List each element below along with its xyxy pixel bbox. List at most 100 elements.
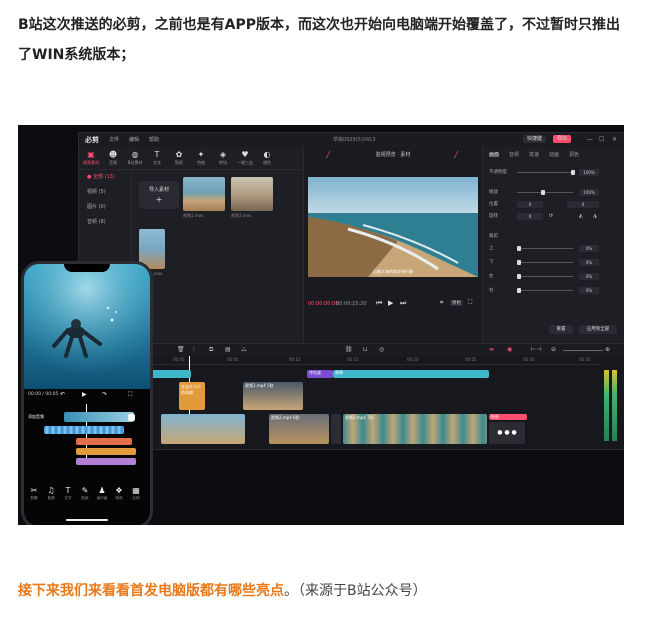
slider-knob[interactable]: [517, 274, 521, 279]
phone-tool-cut[interactable]: ✂ 剪辑: [26, 486, 42, 501]
pen-icon[interactable]: ╱: [454, 151, 458, 159]
magnet-icon[interactable]: ⊔: [363, 346, 368, 353]
phone-add-icon[interactable]: [128, 414, 135, 421]
tab-color[interactable]: 调色: [569, 151, 579, 158]
import-material-button[interactable]: 导入素材 +: [139, 181, 179, 209]
apply-all-button[interactable]: 应用到全部: [579, 325, 617, 334]
effect-clip-1[interactable]: 冲击波: [307, 370, 333, 378]
shortcut-button[interactable]: 快捷键: [523, 135, 547, 143]
phone-effect-clip[interactable]: [76, 458, 136, 465]
slider-track[interactable]: [517, 248, 573, 249]
fit-icon[interactable]: ⊢⊣: [531, 346, 541, 353]
video-clip-b[interactable]: 视频2.mp4 6秒: [269, 414, 329, 444]
next-frame-icon[interactable]: ⏭: [400, 299, 406, 308]
ratio-select[interactable]: 原始: [450, 300, 463, 306]
prev-frame-icon[interactable]: ⏮: [376, 299, 382, 308]
phone-video-track[interactable]: [64, 412, 134, 422]
tool-video-material[interactable]: ▣ 视频素材: [83, 150, 99, 166]
pen-icon[interactable]: ╱: [326, 151, 330, 159]
link-icon[interactable]: ⛓: [345, 346, 353, 353]
menu-edit[interactable]: 编辑: [129, 136, 139, 143]
category-video[interactable]: 视频 (5): [79, 184, 131, 199]
video-clip-a[interactable]: 视频1.mp4 5秒: [243, 382, 303, 410]
media-thumb-1[interactable]: [183, 177, 225, 211]
slider-knob[interactable]: [571, 170, 575, 175]
prop-value[interactable]: 0%: [579, 287, 599, 294]
prop-value[interactable]: 0%: [579, 245, 599, 252]
rotation-value[interactable]: 0: [517, 213, 543, 220]
delete-icon[interactable]: 🗑: [177, 346, 185, 353]
flip-h-icon[interactable]: ◭: [579, 213, 583, 219]
crop-icon[interactable]: ⌗: [440, 299, 443, 307]
tab-picture[interactable]: 画面: [489, 151, 499, 158]
video-clip-c[interactable]: 视频3.mp4 7秒: [343, 414, 487, 444]
maximize-icon[interactable]: ☐: [599, 136, 604, 143]
slider-knob[interactable]: [517, 246, 521, 251]
category-all[interactable]: ● 全部 (13): [79, 169, 131, 184]
phone-tool-audio[interactable]: ♫ 音频: [43, 486, 59, 501]
tool-sticker[interactable]: ✿ 贴纸: [171, 150, 187, 166]
text-clip[interactable]: 在这片小小的海滩: [179, 382, 205, 410]
menu-file[interactable]: 文件: [109, 136, 119, 143]
slider-track[interactable]: [517, 262, 573, 263]
freeze-icon[interactable]: ▤: [225, 346, 231, 353]
main-clip-1[interactable]: [161, 414, 245, 444]
tool-text[interactable]: T 文本: [149, 150, 165, 166]
slider-knob[interactable]: [517, 288, 521, 293]
phone-tool-effect[interactable]: ❖ 特效: [111, 486, 127, 501]
export-button[interactable]: 导出: [553, 135, 572, 143]
transition-marker[interactable]: [331, 414, 341, 444]
phone-tool-sticker[interactable]: ✎ 贴纸: [77, 486, 93, 501]
tool-audio[interactable]: ☻ 音频: [105, 150, 121, 166]
category-image[interactable]: 图片 (0): [79, 199, 131, 214]
menu-help[interactable]: 帮助: [149, 136, 159, 143]
zoom-slider[interactable]: [563, 350, 603, 351]
tab-animation[interactable]: 动画: [549, 151, 559, 158]
snap-icon[interactable]: ⇹: [489, 346, 494, 353]
phone-text-clip[interactable]: [76, 448, 136, 455]
mirror-icon[interactable]: ⧍: [241, 346, 247, 354]
phone-tool-text[interactable]: T 文字: [60, 486, 76, 501]
slider-track[interactable]: [517, 276, 573, 277]
tool-bilibili-material[interactable]: ◍ B站素材: [127, 150, 143, 166]
fullscreen-icon[interactable]: ⛶: [468, 299, 472, 307]
prop-value[interactable]: 0%: [579, 259, 599, 266]
phone-tool-ratio[interactable]: ▦ 比例: [128, 486, 144, 501]
zoom-icon[interactable]: ⊖: [551, 346, 556, 353]
slider-track[interactable]: [517, 290, 573, 291]
tool-triple-like[interactable]: ♥ 一键三连: [237, 150, 253, 166]
record-icon[interactable]: ◎: [379, 346, 384, 353]
phone-play-icon[interactable]: ▶: [82, 391, 87, 398]
tab-audio[interactable]: 音频: [509, 151, 519, 158]
prop-value[interactable]: 0%: [579, 273, 599, 280]
minimize-icon[interactable]: —: [587, 136, 593, 143]
prop-value[interactable]: 100%: [579, 169, 599, 176]
phone-audio-wave[interactable]: [44, 426, 124, 434]
tool-transition[interactable]: ◈ 转场: [215, 150, 231, 166]
sticker-clip[interactable]: 贴纸: [489, 414, 527, 420]
slider-track[interactable]: [517, 192, 573, 193]
reset-button[interactable]: 重置: [549, 325, 573, 334]
audio-snap-icon[interactable]: ◉: [507, 346, 512, 353]
phone-redo-icon[interactable]: ↷: [102, 391, 107, 398]
prop-value[interactable]: 100%: [579, 189, 599, 196]
split-icon[interactable]: ⫶: [193, 346, 195, 354]
tab-speed[interactable]: 变速: [529, 151, 539, 158]
position-x[interactable]: 0: [517, 201, 543, 208]
slider-knob[interactable]: [517, 260, 521, 265]
phone-undo-icon[interactable]: ↶: [60, 391, 65, 398]
category-audio[interactable]: 音频 (8): [79, 214, 131, 229]
flip-v-icon[interactable]: ◮: [593, 213, 597, 219]
slider-knob[interactable]: [541, 190, 545, 195]
rotate-icon[interactable]: ⟳: [549, 213, 553, 219]
play-icon[interactable]: ▶: [388, 299, 393, 307]
tool-effect[interactable]: ✦ 特效: [193, 150, 209, 166]
zoom-in-icon[interactable]: ⊕: [605, 346, 610, 353]
sticker-preview[interactable]: ● ● ●: [489, 422, 525, 444]
position-y[interactable]: 0: [567, 201, 599, 208]
tool-color[interactable]: ◐ 调色: [259, 150, 275, 166]
phone-sticker-clip[interactable]: [76, 438, 132, 445]
effect-clip-2[interactable]: 故障: [333, 370, 489, 378]
slider-track[interactable]: [517, 172, 573, 173]
phone-tool-pip[interactable]: ♟ 画中画: [94, 486, 110, 501]
